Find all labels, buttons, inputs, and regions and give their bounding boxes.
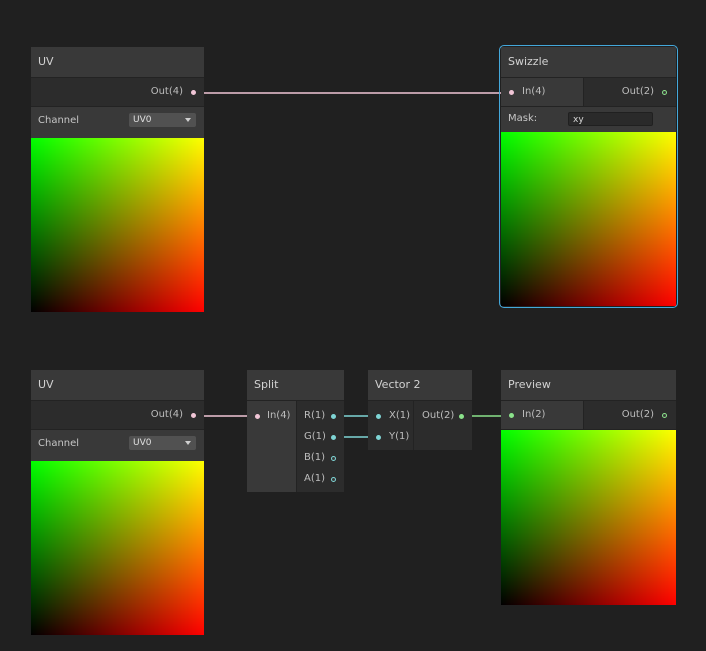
out-port-label: Out(4) [150, 86, 183, 97]
out-port[interactable] [191, 413, 196, 418]
input-ports: X(1) Y(1) [368, 401, 414, 450]
preview-node[interactable]: Preview In(2) Out(2) [501, 370, 676, 605]
node-preview [31, 461, 204, 635]
out-port-label-b: B(1) [304, 452, 326, 463]
out-port[interactable] [459, 414, 464, 419]
out-port-label: Out(2) [621, 409, 654, 420]
output-ports: Out(4) [31, 401, 204, 430]
output-ports: R(1) G(1) B(1) A(1) [297, 401, 344, 492]
in-port-y[interactable] [376, 435, 381, 440]
output-ports: Out(2) [414, 401, 472, 450]
out-port-a[interactable] [331, 477, 336, 482]
input-ports: In(2) [501, 401, 584, 429]
out-port-b[interactable] [331, 456, 336, 461]
split-node[interactable]: Split In(4) R(1) G(1) B(1) A(1) [247, 370, 344, 492]
channel-label: Channel [38, 115, 80, 126]
node-title[interactable]: Swizzle [501, 47, 676, 78]
channel-label: Channel [38, 438, 80, 449]
in-port[interactable] [509, 90, 514, 95]
in-port[interactable] [255, 414, 260, 419]
input-ports: In(4) [247, 401, 297, 492]
in-port-label-y: Y(1) [389, 431, 410, 442]
vector2-node[interactable]: Vector 2 X(1) Y(1) Out(2) [368, 370, 472, 450]
node-title[interactable]: UV [31, 370, 204, 401]
swizzle-node[interactable]: Swizzle In(4) Out(2) Mask: xy [499, 45, 678, 308]
port-row: In(4) Out(2) [501, 78, 676, 107]
in-port-label: In(4) [267, 410, 291, 421]
out-port[interactable] [191, 90, 196, 95]
node-preview [501, 132, 676, 306]
out-port-g[interactable] [331, 435, 336, 440]
node-settings: Channel UV0 [31, 107, 204, 135]
out-port-label: Out(2) [621, 86, 654, 97]
out-port[interactable] [662, 90, 667, 95]
uv-node-bottom[interactable]: UV Out(4) Channel UV0 [31, 370, 204, 635]
chevron-down-icon [185, 118, 191, 122]
in-port-label-x: X(1) [389, 410, 411, 421]
node-settings: Channel UV0 [31, 430, 204, 458]
in-port-label: In(2) [522, 409, 546, 420]
node-title[interactable]: Vector 2 [368, 370, 472, 401]
channel-value: UV0 [133, 438, 152, 448]
output-ports: Out(4) [31, 78, 204, 107]
out-port[interactable] [662, 413, 667, 418]
node-title[interactable]: Preview [501, 370, 676, 401]
channel-dropdown[interactable]: UV0 [129, 113, 196, 127]
node-title[interactable]: Split [247, 370, 344, 401]
out-port-label: Out(4) [150, 409, 183, 420]
out-port-label-a: A(1) [304, 473, 326, 484]
node-settings: Mask: xy [501, 107, 676, 131]
channel-value: UV0 [133, 115, 152, 125]
node-preview [501, 430, 676, 605]
port-row: In(2) Out(2) [501, 401, 676, 430]
mask-label: Mask: [508, 113, 538, 124]
chevron-down-icon [185, 441, 191, 445]
input-ports: In(4) [501, 78, 584, 106]
node-title[interactable]: UV [31, 47, 204, 78]
in-port-label: In(4) [522, 86, 546, 97]
out-port-r[interactable] [331, 414, 336, 419]
mask-input[interactable]: xy [568, 112, 653, 126]
uv-node-top[interactable]: UV Out(4) Channel UV0 [31, 47, 204, 312]
out-port-label-r: R(1) [304, 410, 326, 421]
channel-dropdown[interactable]: UV0 [129, 436, 196, 450]
node-preview [31, 138, 204, 312]
out-port-label: Out(2) [422, 410, 455, 421]
in-port[interactable] [509, 413, 514, 418]
in-port-x[interactable] [376, 414, 381, 419]
out-port-label-g: G(1) [304, 431, 326, 442]
